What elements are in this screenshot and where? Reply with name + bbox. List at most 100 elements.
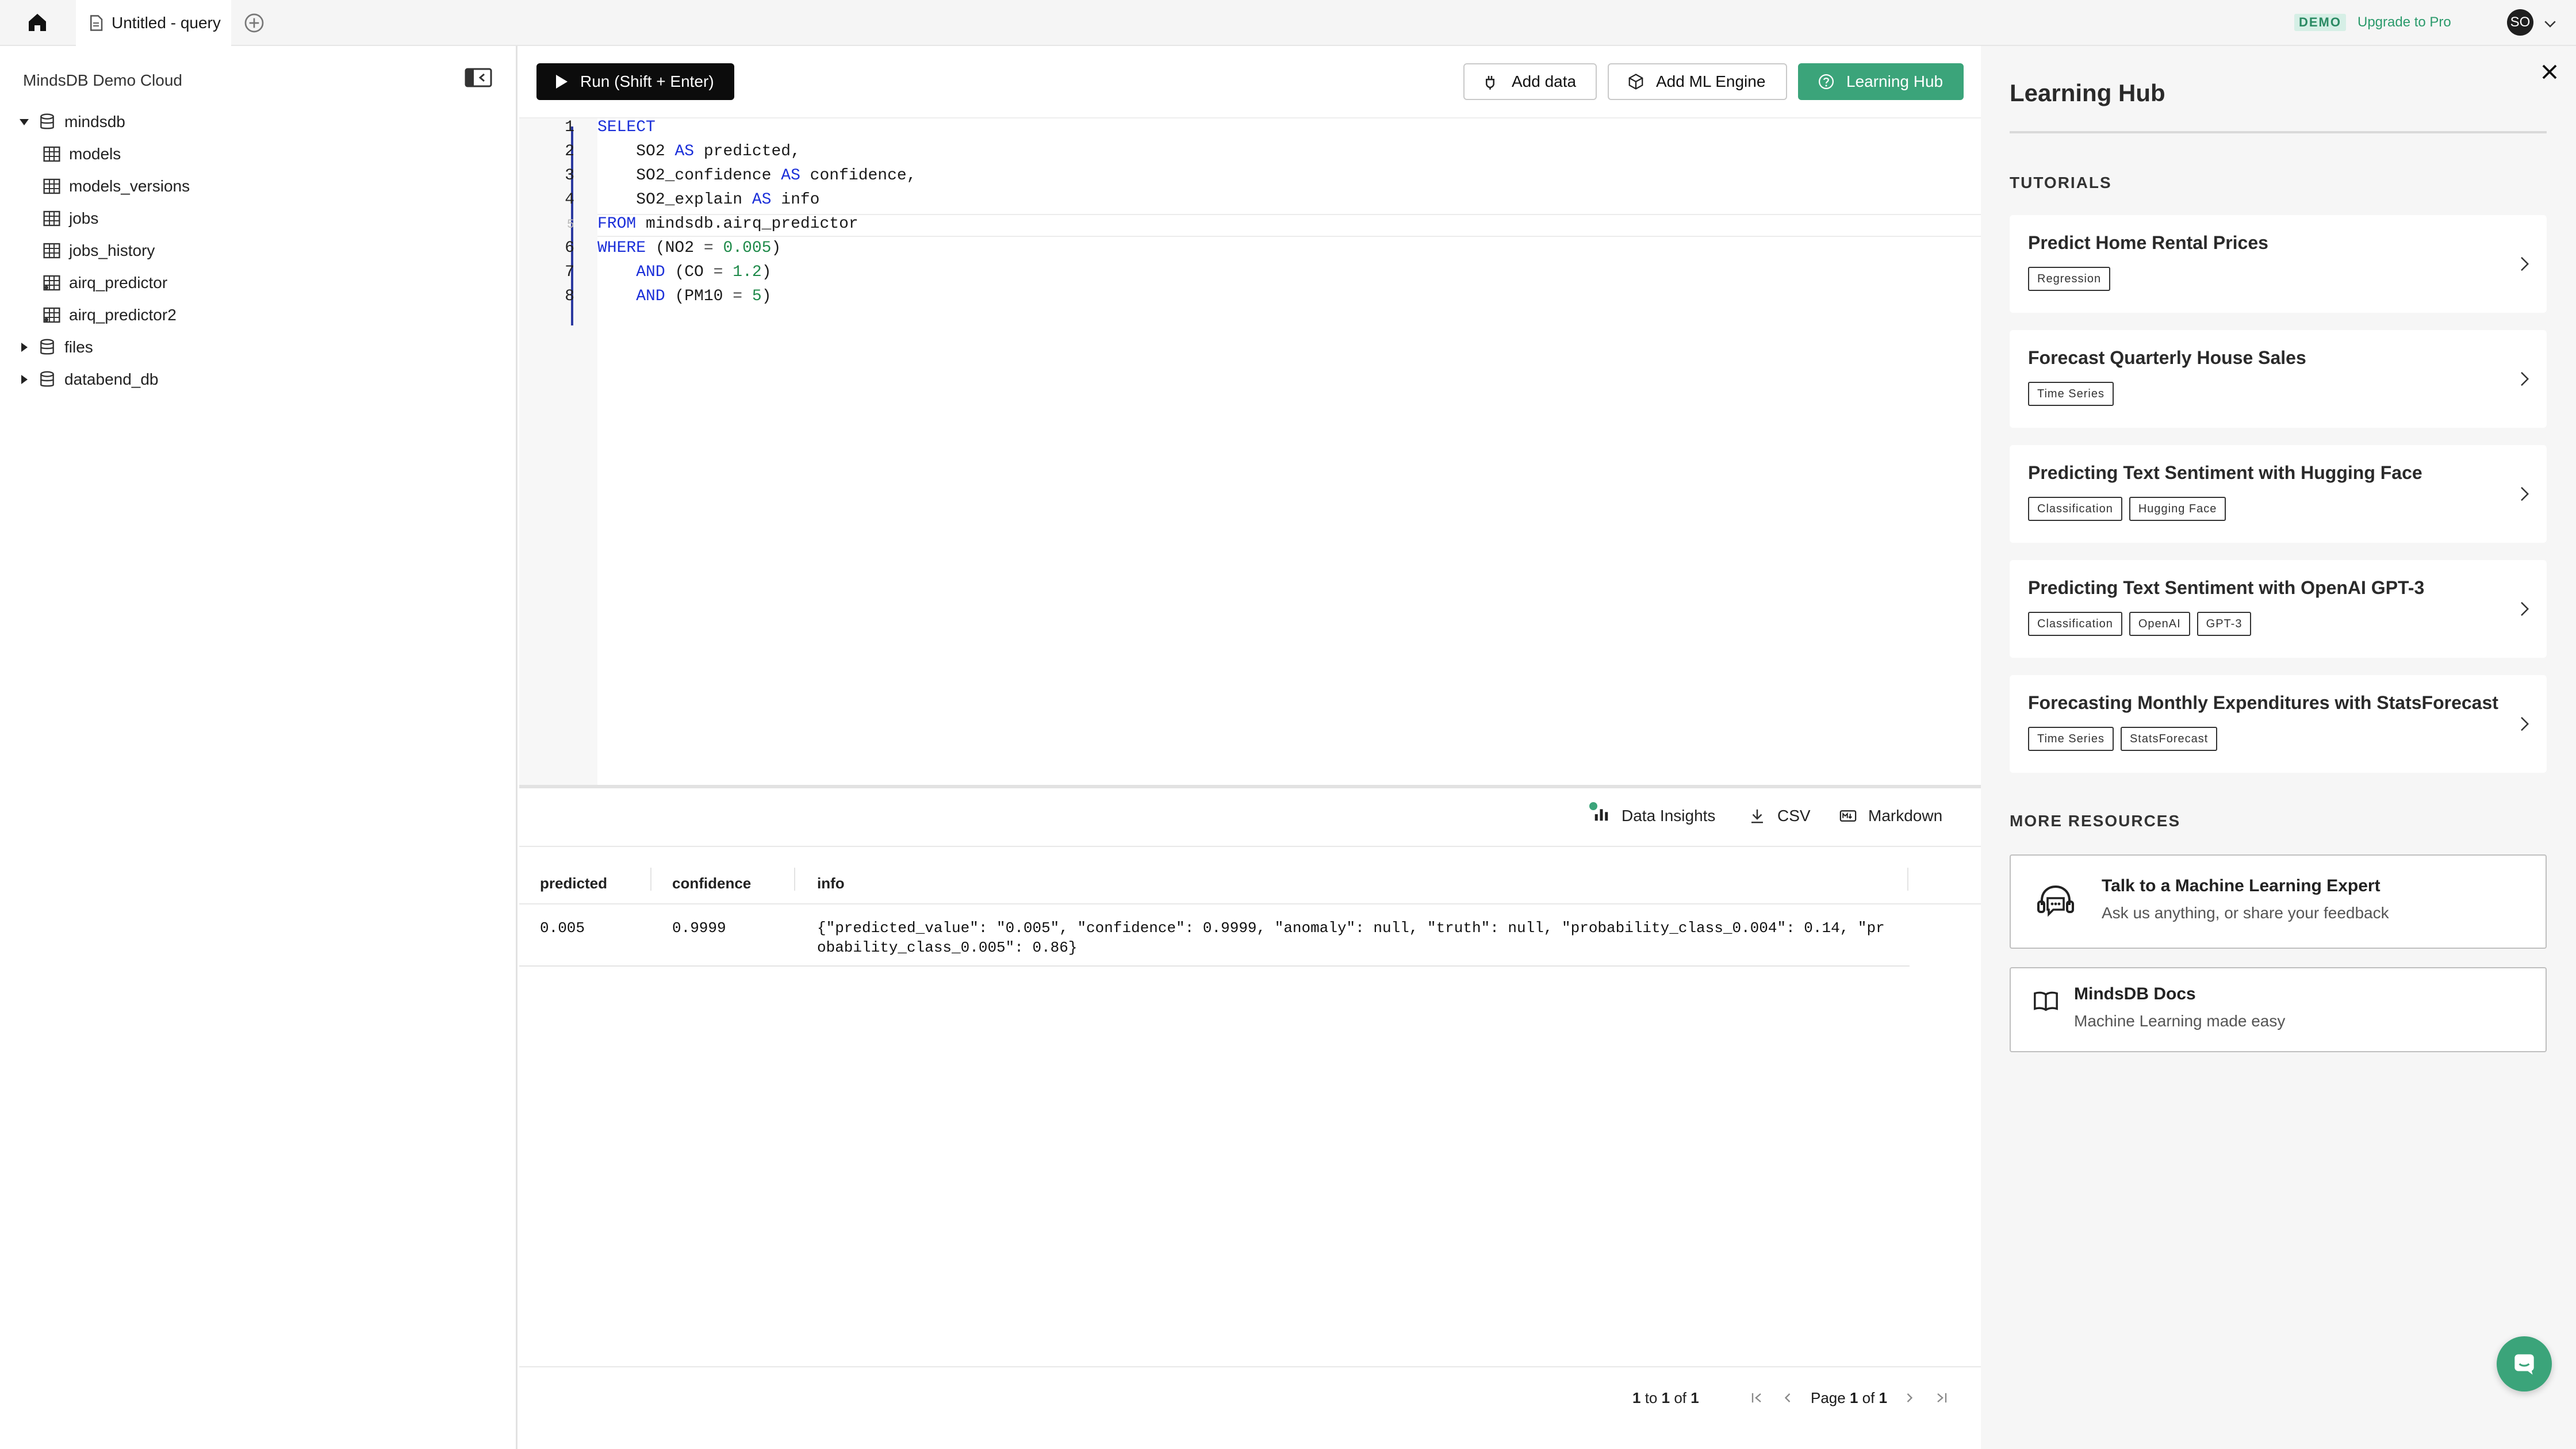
line-number: 6: [565, 239, 574, 257]
cell-info[interactable]: {"predicted_value": "0.005", "confidence…: [817, 918, 1885, 957]
code-number: 1.2: [723, 263, 762, 281]
code-operator: =: [733, 288, 743, 305]
demo-badge: DEMO: [2294, 14, 2346, 31]
tutorial-tag: StatsForecast: [2120, 727, 2218, 751]
tree-item-models[interactable]: models: [43, 141, 121, 167]
sql-keyword: AND: [636, 288, 665, 305]
avatar[interactable]: SO: [2507, 9, 2533, 36]
data-insights-button[interactable]: Data Insights: [1589, 802, 1715, 827]
tree-item-models-versions[interactable]: models_versions: [43, 174, 190, 199]
add-data-button[interactable]: Add data: [1463, 63, 1597, 100]
tutorials-heading: TUTORIALS: [2010, 174, 2112, 191]
chevron-right-icon: [2521, 371, 2529, 386]
tree-item-jobs-history[interactable]: jobs_history: [43, 238, 155, 263]
tutorial-tag: Classification: [2028, 612, 2122, 636]
chevron-right-icon: [2521, 256, 2529, 271]
cell-info-line: {"predicted_value": "0.005", "confidence…: [817, 919, 1885, 937]
tutorial-title: Predict Home Rental Prices: [2028, 232, 2268, 253]
chat-support-button[interactable]: [2497, 1336, 2552, 1392]
home-icon[interactable]: [23, 8, 52, 37]
tree-item-databend-db[interactable]: databend_db: [17, 367, 159, 392]
chevron-down-icon[interactable]: [2542, 15, 2559, 32]
range-start: 1: [1632, 1389, 1641, 1406]
tutorial-title: Forecasting Monthly Expenditures with St…: [2028, 692, 2498, 713]
tree-item-label: mindsdb: [64, 113, 125, 131]
tree-item-label: databend_db: [64, 370, 159, 388]
code-line-3[interactable]: SO2_confidence AS confidence,: [597, 167, 917, 185]
chevron-right-icon: [2521, 601, 2529, 616]
tree-item-label: jobs: [69, 209, 99, 227]
run-button[interactable]: Run (Shift + Enter): [536, 63, 734, 100]
range-of: of: [1674, 1389, 1687, 1406]
code-line-4[interactable]: SO2_explain AS info: [597, 191, 819, 209]
markdown-export-button[interactable]: Markdown: [1839, 804, 1942, 827]
row-range: 1 to 1 of 1: [1632, 1386, 1699, 1409]
tree-item-jobs[interactable]: jobs: [43, 206, 98, 231]
add-ml-engine-button[interactable]: Add ML Engine: [1608, 63, 1787, 100]
learning-hub-panel: Learning Hub TUTORIALS Predict Home Rent…: [1981, 46, 2576, 1449]
column-header-predicted[interactable]: predicted: [540, 875, 607, 892]
column-separator[interactable]: [1907, 868, 1908, 891]
line-number: 5: [566, 217, 574, 232]
code-line-8[interactable]: AND (PM10 = 5): [597, 288, 771, 305]
caret-right-icon[interactable]: [17, 340, 31, 354]
code-line-6[interactable]: WHERE (NO2 = 0.005): [597, 239, 781, 257]
talk-to-expert-card[interactable]: Talk to a Machine Learning Expert Ask us…: [2010, 854, 2547, 949]
query-tab[interactable]: Untitled - query: [76, 0, 231, 46]
column-header-confidence[interactable]: confidence: [672, 875, 751, 892]
tree-item-airq-predictor2[interactable]: airq_predictor2: [43, 302, 177, 328]
tree-item-files[interactable]: files: [17, 335, 93, 360]
code-text: ): [761, 263, 772, 281]
cell-confidence[interactable]: 0.9999: [672, 918, 726, 938]
tutorial-card[interactable]: Forecasting Monthly Expenditures with St…: [2010, 675, 2547, 773]
tutorial-card[interactable]: Predicting Text Sentiment with OpenAI GP…: [2010, 560, 2547, 658]
csv-export-button[interactable]: CSV: [1749, 804, 1811, 827]
table-icon: [43, 146, 60, 162]
tutorial-title: Forecast Quarterly House Sales: [2028, 347, 2306, 368]
learning-hub-button[interactable]: Learning Hub: [1798, 63, 1964, 100]
prev-page-icon[interactable]: [1780, 1390, 1796, 1406]
column-separator[interactable]: [650, 868, 651, 891]
next-page-icon[interactable]: [1902, 1390, 1918, 1406]
add-tab-icon[interactable]: [243, 12, 266, 34]
code-line-2[interactable]: SO2 AS predicted,: [597, 143, 800, 160]
tree-item-airq-predictor[interactable]: airq_predictor: [43, 270, 167, 296]
resource-title: MindsDB Docs: [2074, 984, 2196, 1003]
table-icon: [43, 243, 60, 259]
column-header-info[interactable]: info: [817, 875, 845, 892]
code-text: confidence,: [800, 167, 917, 185]
code-line-1[interactable]: SELECT: [597, 118, 656, 136]
mindsdb-docs-card[interactable]: MindsDB Docs Machine Learning made easy: [2010, 967, 2547, 1052]
first-page-icon[interactable]: [1749, 1390, 1765, 1406]
caret-right-icon[interactable]: [17, 373, 31, 386]
upgrade-link[interactable]: Upgrade to Pro: [2358, 14, 2451, 31]
cube-icon: [1628, 74, 1643, 90]
code-line-5[interactable]: FROM mindsdb.airq_predictor: [597, 215, 858, 233]
code-line-7[interactable]: AND (CO = 1.2): [597, 263, 772, 281]
code-text: (NO2: [646, 239, 704, 257]
sql-keyword: FROM: [597, 215, 637, 233]
last-page-icon[interactable]: [1934, 1390, 1950, 1406]
document-icon: [90, 15, 103, 31]
tutorial-tag: Time Series: [2028, 382, 2114, 406]
cell-predicted[interactable]: 0.005: [540, 918, 585, 938]
play-icon: [556, 75, 568, 89]
caret-down-icon[interactable]: [17, 115, 31, 129]
table-icon: [43, 178, 60, 194]
tutorial-card[interactable]: Predicting Text Sentiment with Hugging F…: [2010, 445, 2547, 543]
code-text: SO2_explain: [636, 191, 752, 209]
code-operator: =: [703, 239, 714, 257]
tutorial-card[interactable]: Predict Home Rental Prices Regression: [2010, 215, 2547, 313]
results-panel: Data Insights CSV Markdown predicted con…: [519, 785, 1981, 1449]
sql-keyword: AND: [636, 263, 665, 281]
tutorial-card[interactable]: Forecast Quarterly House Sales Time Seri…: [2010, 330, 2547, 428]
tree-item-mindsdb[interactable]: mindsdb: [17, 109, 125, 135]
tutorial-tag: Hugging Face: [2129, 497, 2226, 521]
resource-title: Talk to a Machine Learning Expert: [2102, 876, 2380, 895]
model-table-icon: [43, 307, 60, 323]
column-separator[interactable]: [794, 868, 795, 891]
chat-icon: [2514, 1354, 2534, 1375]
line-number: 4: [565, 191, 574, 209]
close-icon[interactable]: [2539, 61, 2560, 83]
collapse-sidebar-icon[interactable]: [465, 68, 492, 87]
